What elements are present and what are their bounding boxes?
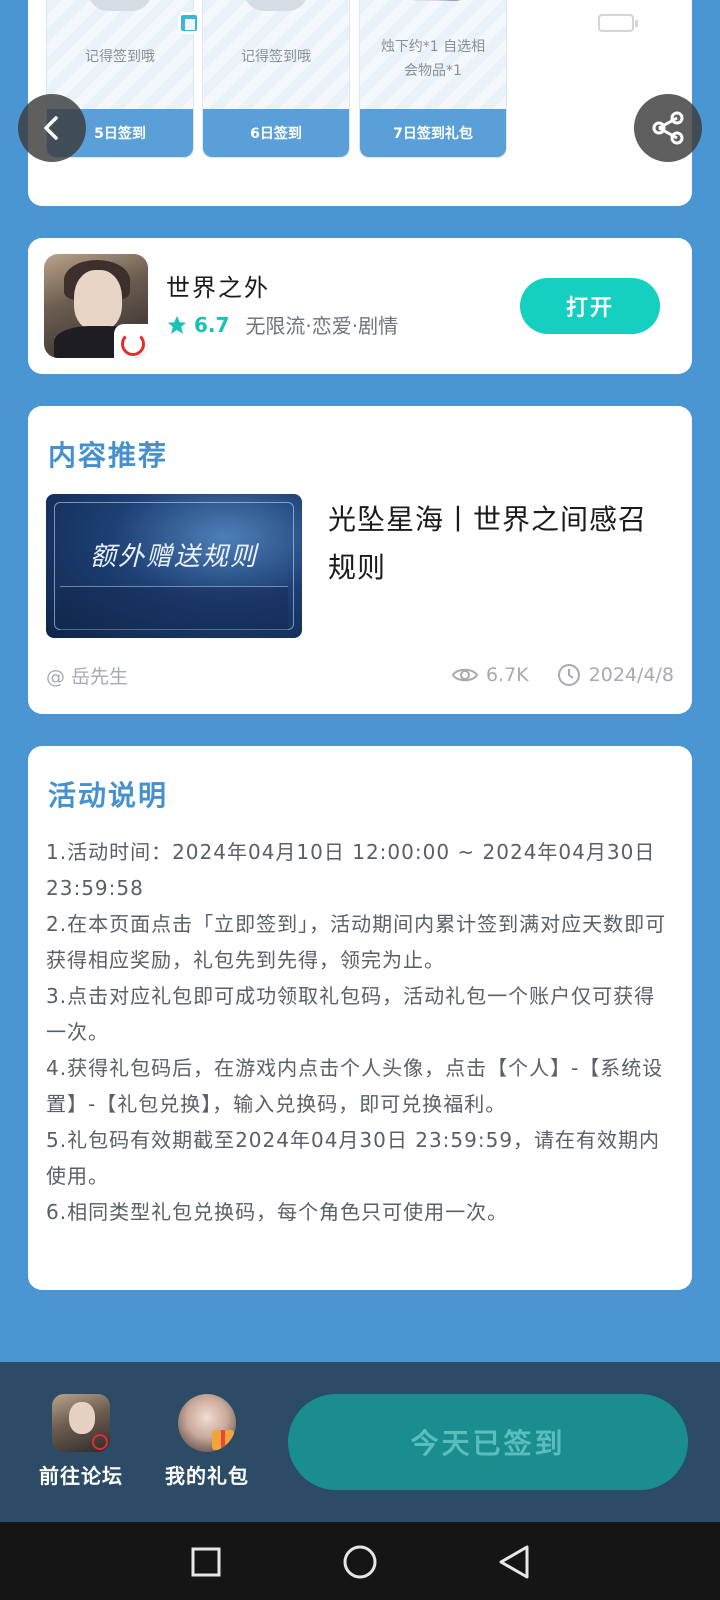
game-title: 世界之外 — [166, 274, 270, 302]
article-thumbnail[interactable]: 额外赠送规则 — [46, 494, 302, 638]
back-button[interactable] — [18, 94, 86, 162]
checkin-card: 记得签到哦 5日签到 记得签到哦 6日签到 烛下约*1 自选相 会物品*1 7日… — [28, 0, 692, 206]
forum-label: 前往论坛 — [39, 1464, 123, 1488]
rule-item: 6.相同类型礼包兑换码，每个角色只可使用一次。 — [46, 1200, 509, 1224]
eye-icon — [451, 668, 478, 682]
square-icon — [191, 1547, 221, 1577]
forum-shortcut[interactable]: 前往论坛 — [26, 1394, 136, 1489]
game-tags: 无限流·恋爱·剧情 — [245, 314, 399, 338]
checkin-day-6-tile[interactable]: 记得签到哦 6日签到 — [202, 0, 350, 158]
chevron-left-icon — [44, 116, 58, 140]
reward-image — [394, 0, 478, 1]
thumb-caption-box — [60, 586, 288, 630]
netease-logo-icon — [92, 1434, 108, 1450]
bottom-action-bar: 前往论坛 我的礼包 今天已签到 — [0, 1362, 720, 1522]
tile-text: 记得签到哦 — [85, 49, 155, 65]
gift-icon — [88, 0, 152, 11]
my-gifts-shortcut[interactable]: 我的礼包 — [152, 1394, 262, 1489]
open-game-button[interactable]: 打开 — [520, 278, 660, 334]
rule-item: 5.礼包码有效期截至2024年04月30日 23:59:59，请在有效期内使用。 — [46, 1128, 661, 1188]
gift-icon — [244, 0, 308, 11]
game-meta: 6.7 无限流·恋爱·剧情 — [166, 310, 398, 339]
tile-text-line: 烛下约*1 自选相 — [380, 39, 486, 55]
circle-icon — [343, 1545, 377, 1579]
rule-item: 4.获得礼包码后，在游戏内点击个人头像，点击【个人】-【系统设置】-【礼包兑换】… — [46, 1056, 664, 1116]
rule-item: 2.在本页面点击「立即签到」，活动期间内累计签到满对应天数即可获得相应奖励，礼包… — [46, 912, 667, 972]
forum-icon — [52, 1394, 110, 1452]
icon-face — [69, 1402, 95, 1434]
article-title[interactable]: 光坠星海丨世界之间感召规则 — [328, 496, 658, 592]
article-meta: @ 岳先生 6.7K 2024/4/8 — [46, 660, 674, 690]
tile-text: 烛下约*1 自选相 会物品*1 — [360, 35, 506, 83]
share-icon — [652, 111, 684, 145]
rule-item: 1.活动时间：2024年04月10日 12:00:00 ~ 2024年04月30… — [46, 840, 656, 900]
checkin-day-7-tile[interactable]: 烛下约*1 自选相 会物品*1 7日签到礼包 — [359, 0, 507, 158]
tile-text: 记得签到哦 — [241, 49, 311, 65]
thumb-title: 额外赠送规则 — [89, 542, 258, 572]
tile-text-line: 会物品*1 — [404, 63, 462, 79]
section-title: 内容推荐 — [48, 439, 169, 472]
share-button[interactable] — [634, 94, 702, 162]
clock-icon — [557, 664, 580, 686]
gift-ribbon — [221, 1430, 225, 1450]
recents-button[interactable] — [184, 1540, 228, 1584]
publish-date-text: 2024/4/8 — [588, 664, 674, 686]
star-icon — [167, 315, 187, 334]
tile-footer: 7日签到礼包 — [360, 109, 506, 157]
netease-logo-icon — [114, 324, 148, 358]
battery-icon — [598, 14, 638, 32]
system-nav-bar — [0, 1522, 720, 1600]
publish-date: 2024/4/8 — [557, 663, 674, 687]
checked-in-button[interactable]: 今天已签到 — [288, 1394, 688, 1490]
view-count-text: 6.7K — [485, 664, 529, 686]
back-nav-button[interactable] — [492, 1540, 536, 1584]
book-icon — [178, 12, 200, 34]
game-app-icon[interactable] — [44, 254, 148, 358]
article-author[interactable]: @ 岳先生 — [46, 662, 424, 689]
view-count: 6.7K — [451, 664, 529, 686]
home-button[interactable] — [338, 1540, 382, 1584]
activity-rules: 1.活动时间：2024年04月10日 12:00:00 ~ 2024年04月30… — [46, 834, 674, 1230]
game-rating: 6.7 — [194, 312, 230, 337]
icon-face — [74, 270, 122, 330]
gift-avatar-icon — [178, 1394, 236, 1452]
section-title: 活动说明 — [48, 779, 169, 812]
content-recommend-card: 内容推荐 额外赠送规则 光坠星海丨世界之间感召规则 @ 岳先生 6.7K 202… — [28, 406, 692, 714]
tile-footer: 6日签到 — [203, 109, 349, 157]
my-gifts-label: 我的礼包 — [165, 1464, 249, 1488]
rule-item: 3.点击对应礼包即可成功领取礼包码，活动礼包一个账户仅可获得一次。 — [46, 984, 656, 1044]
activity-description-card: 活动说明 1.活动时间：2024年04月10日 12:00:00 ~ 2024年… — [28, 746, 692, 1290]
triangle-back-icon — [499, 1545, 529, 1579]
game-card: 世界之外 6.7 无限流·恋爱·剧情 打开 — [28, 238, 692, 374]
